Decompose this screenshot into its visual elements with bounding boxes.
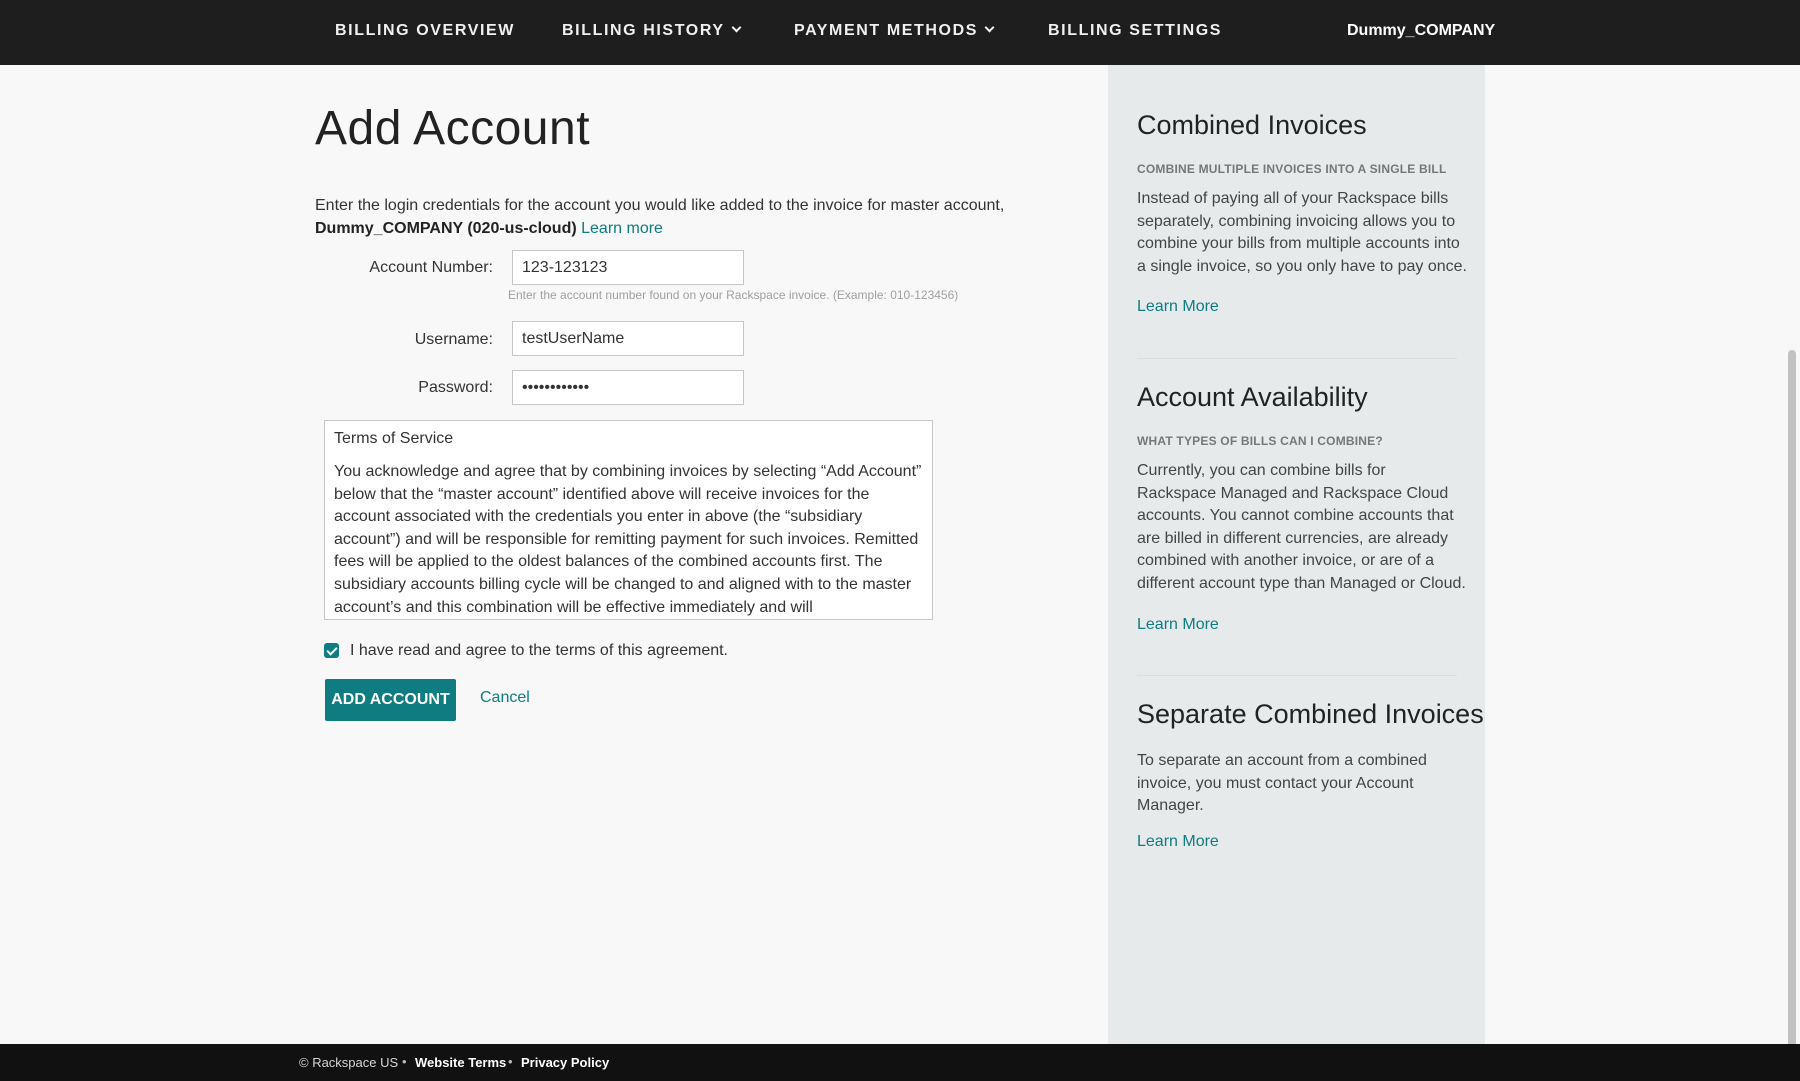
- learn-more-link[interactable]: Learn More: [1137, 833, 1219, 851]
- nav-payment-methods[interactable]: PAYMENT METHODS: [794, 22, 995, 40]
- sidebar: Combined Invoices COMBINE MULTIPLE INVOI…: [1108, 65, 1485, 1044]
- sidebar-divider: [1137, 358, 1457, 359]
- nav-billing-overview[interactable]: BILLING OVERVIEW: [335, 22, 515, 40]
- master-account-name: Dummy_COMPANY (020-us-cloud): [315, 219, 577, 237]
- agree-checkbox[interactable]: [324, 643, 339, 658]
- company-menu[interactable]: Dummy_COMPANY: [1347, 22, 1495, 40]
- footer-separator: •: [402, 1054, 407, 1069]
- section-body: Currently, you can combine bills for Rac…: [1137, 462, 1466, 592]
- intro-description: Enter the login credentials for the acco…: [315, 197, 1005, 214]
- nav-billing-settings[interactable]: BILLING SETTINGS: [1048, 22, 1222, 40]
- intro-learn-more-link[interactable]: Learn more: [581, 220, 663, 237]
- nav-billing-settings-label: BILLING SETTINGS: [1048, 22, 1223, 39]
- nav-billing-overview-label: BILLING OVERVIEW: [335, 22, 515, 39]
- terms-of-service-box[interactable]: Terms of Service You acknowledge and agr…: [324, 420, 933, 620]
- learn-more-link[interactable]: Learn More: [1137, 298, 1219, 316]
- account-number-input[interactable]: [512, 250, 744, 285]
- tos-title: Terms of Service: [334, 430, 454, 447]
- footer-website-terms-link[interactable]: Website Terms: [415, 1055, 506, 1070]
- account-number-hint: Enter the account number found on your R…: [508, 288, 959, 302]
- password-input[interactable]: [512, 370, 744, 405]
- username-input[interactable]: [512, 321, 744, 356]
- password-label: Password:: [418, 379, 493, 396]
- footer: © Rackspace US • Website Terms • Privacy…: [0, 1044, 1800, 1081]
- footer-separator: •: [508, 1054, 513, 1069]
- section-body: Instead of paying all of your Rackspace …: [1137, 190, 1467, 275]
- footer-copyright: © Rackspace US: [299, 1055, 399, 1070]
- page-scrollbar[interactable]: [1788, 350, 1796, 1075]
- agree-label[interactable]: I have read and agree to the terms of th…: [350, 642, 728, 660]
- footer-privacy-policy-link[interactable]: Privacy Policy: [521, 1055, 609, 1070]
- sidebar-section-account-availability: Account Availability WHAT TYPES OF BILLS…: [1137, 382, 1467, 634]
- account-number-label: Account Number:: [369, 259, 493, 276]
- sidebar-divider: [1137, 675, 1457, 676]
- sidebar-section-combined-invoices: Combined Invoices COMBINE MULTIPLE INVOI…: [1137, 110, 1467, 316]
- nav-billing-history[interactable]: BILLING HISTORY: [562, 22, 742, 40]
- section-subtitle: WHAT TYPES OF BILLS CAN I COMBINE?: [1137, 434, 1383, 448]
- username-label: Username:: [414, 331, 493, 348]
- section-title: Combined Invoices: [1137, 110, 1367, 140]
- section-title: Account Availability: [1137, 382, 1368, 412]
- cancel-link[interactable]: Cancel: [480, 689, 530, 707]
- add-account-button[interactable]: ADD ACCOUNT: [325, 679, 456, 721]
- section-title: Separate Combined Invoices: [1137, 699, 1484, 729]
- chevron-down-icon: [731, 22, 742, 33]
- chevron-down-icon: [984, 22, 995, 33]
- page-title: Add Account: [315, 102, 591, 155]
- section-subtitle: COMBINE MULTIPLE INVOICES INTO A SINGLE …: [1137, 162, 1447, 176]
- sidebar-section-separate-combined-invoices: Separate Combined Invoices To separate a…: [1137, 699, 1484, 851]
- section-body: To separate an account from a combined i…: [1137, 752, 1427, 815]
- tos-body: You acknowledge and agree that by combin…: [334, 463, 922, 616]
- intro-text: Enter the login credentials for the acco…: [315, 195, 1035, 240]
- nav-payment-methods-label: PAYMENT METHODS: [794, 22, 979, 39]
- learn-more-link[interactable]: Learn More: [1137, 616, 1219, 634]
- nav-billing-history-label: BILLING HISTORY: [562, 22, 725, 39]
- top-nav: BILLING OVERVIEW BILLING HISTORY PAYMENT…: [0, 0, 1800, 65]
